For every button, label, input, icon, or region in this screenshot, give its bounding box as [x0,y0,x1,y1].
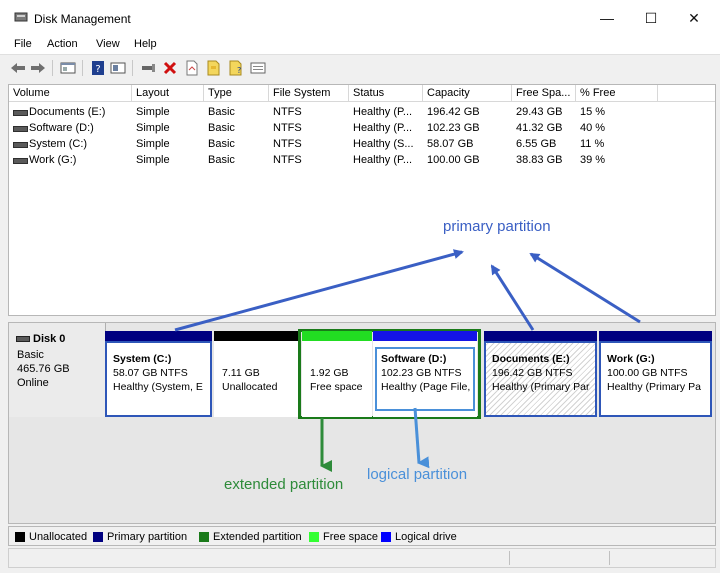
legend-swatch-primary [93,532,103,542]
legend-swatch-extended [199,532,209,542]
legend-label-logical: Logical drive [395,531,457,543]
legend: Unallocated Primary partition Extended p… [8,526,716,546]
legend-label-extended: Extended partition [213,531,302,543]
disk-management-window: Disk Management — ☐ ✕ File Action View H… [0,0,720,573]
status-bar [8,548,716,568]
annotation-arrows [174,249,641,472]
legend-label-primary: Primary partition [107,531,188,543]
arrow-work-to-primary [529,252,641,324]
arrow-documents-to-primary [490,264,535,331]
legend-swatch-logical [381,532,391,542]
legend-swatch-unallocated [15,532,25,542]
legend-swatch-free-space [309,532,319,542]
legend-label-free-space: Free space [323,531,379,543]
arrow-system-to-primary [174,249,464,332]
annotation-logical-partition: logical partition [367,466,468,483]
arrow-logical [413,407,430,469]
legend-label-unallocated: Unallocated [29,531,88,543]
annotation-primary-partition: primary partition [443,218,551,235]
annotation-extended-partition: extended partition [224,476,344,493]
